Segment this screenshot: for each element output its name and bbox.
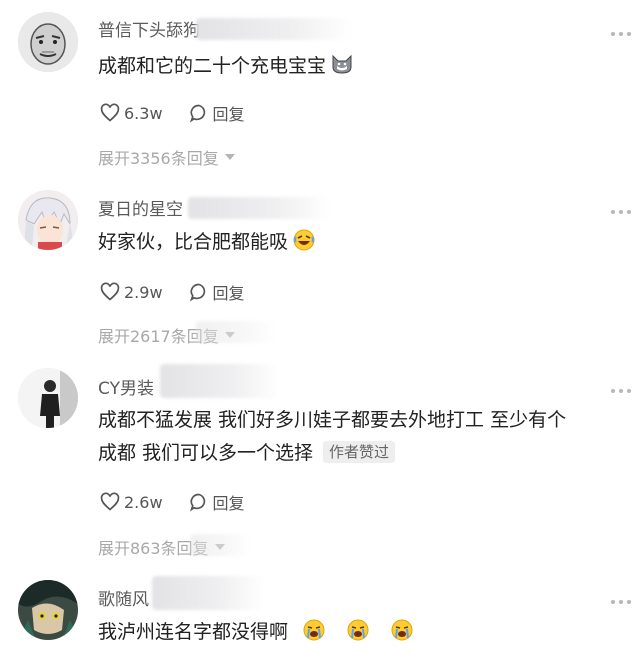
like-button[interactable]: 2.6w: [100, 492, 163, 512]
comment-item: CY男装 成都不猛发展 我们好多川娃子都要去外地打工 至少有个 成都 我们可以多…: [0, 358, 635, 570]
heart-icon: [100, 282, 120, 301]
like-button[interactable]: 2.9w: [100, 282, 163, 302]
expand-replies-button[interactable]: 展开3356条回复: [98, 145, 235, 169]
like-button[interactable]: 6.3w: [100, 103, 163, 123]
chat-bubble-icon: [189, 104, 205, 123]
crying-emoji-icon: [302, 618, 326, 642]
avatar[interactable]: [18, 580, 78, 640]
username-blur: [160, 364, 280, 398]
username-blur: [152, 576, 264, 610]
caret-down-icon: [224, 154, 235, 160]
heart-icon: [100, 492, 120, 511]
reply-label: 回复: [212, 105, 245, 124]
comment-text-line: 成都 我们可以多一个选择 作者赞过: [98, 437, 618, 470]
comment-actions: 2.6w 回复: [100, 489, 271, 515]
comment-item: 夏日的星空 好家伙，比合肥都能吸 2.9w 回复 展开2617条回复: [0, 180, 635, 358]
username-blur: [188, 197, 332, 219]
like-count: 2.9w: [124, 282, 163, 302]
more-options-icon[interactable]: [611, 207, 631, 217]
more-options-icon[interactable]: [611, 29, 631, 39]
reply-button[interactable]: 回复: [189, 490, 245, 514]
username[interactable]: 夏日的星空: [98, 195, 183, 220]
author-liked-badge: 作者赞过: [323, 441, 396, 463]
comment-text: 成都和它的二十个充电宝宝: [98, 50, 618, 83]
avatar[interactable]: [18, 12, 78, 72]
comment-text: 成都不猛发展 我们好多川娃子都要去外地打工 至少有个 成都 我们可以多一个选择作…: [98, 404, 618, 470]
comment-text-line: 成都不猛发展 我们好多川娃子都要去外地打工 至少有个: [98, 409, 567, 431]
username[interactable]: CY男装: [98, 374, 154, 399]
avatar[interactable]: [18, 190, 78, 250]
crying-emoji-icon: [390, 618, 414, 642]
username-blur: [196, 18, 352, 40]
like-count: 2.6w: [124, 492, 163, 512]
expand-blur: [196, 321, 276, 343]
crying-emoji-icon: [346, 618, 370, 642]
comment-actions: 6.3w 回复: [100, 100, 271, 126]
comment-text: 我泸州连名字都没得啊: [98, 616, 618, 649]
expand-replies-label: 展开3356条回复: [98, 149, 219, 168]
comment-item: 普信下头舔狗 成都和它的二十个充电宝宝 6.3w 回复 展开3356条回复: [0, 0, 635, 180]
comment-item: 歌随风 我泸州连名字都没得啊: [0, 570, 635, 663]
rofl-emoji-icon: [292, 228, 316, 252]
more-options-icon[interactable]: [611, 386, 631, 396]
comment-text: 好家伙，比合肥都能吸: [98, 226, 618, 259]
chat-bubble-icon: [189, 283, 205, 302]
reply-button[interactable]: 回复: [189, 101, 245, 125]
like-count: 6.3w: [124, 103, 163, 123]
wolf-emoji-icon: [330, 52, 354, 76]
reply-label: 回复: [212, 284, 245, 303]
reply-label: 回复: [212, 494, 245, 513]
more-options-icon[interactable]: [611, 597, 631, 607]
avatar[interactable]: [18, 368, 78, 428]
reply-button[interactable]: 回复: [189, 280, 245, 304]
username[interactable]: 普信下头舔狗: [98, 16, 200, 41]
chat-bubble-icon: [189, 493, 205, 512]
username[interactable]: 歌随风: [98, 585, 149, 610]
expand-blur: [190, 534, 250, 556]
comment-actions: 2.9w 回复: [100, 279, 271, 305]
heart-icon: [100, 103, 120, 122]
